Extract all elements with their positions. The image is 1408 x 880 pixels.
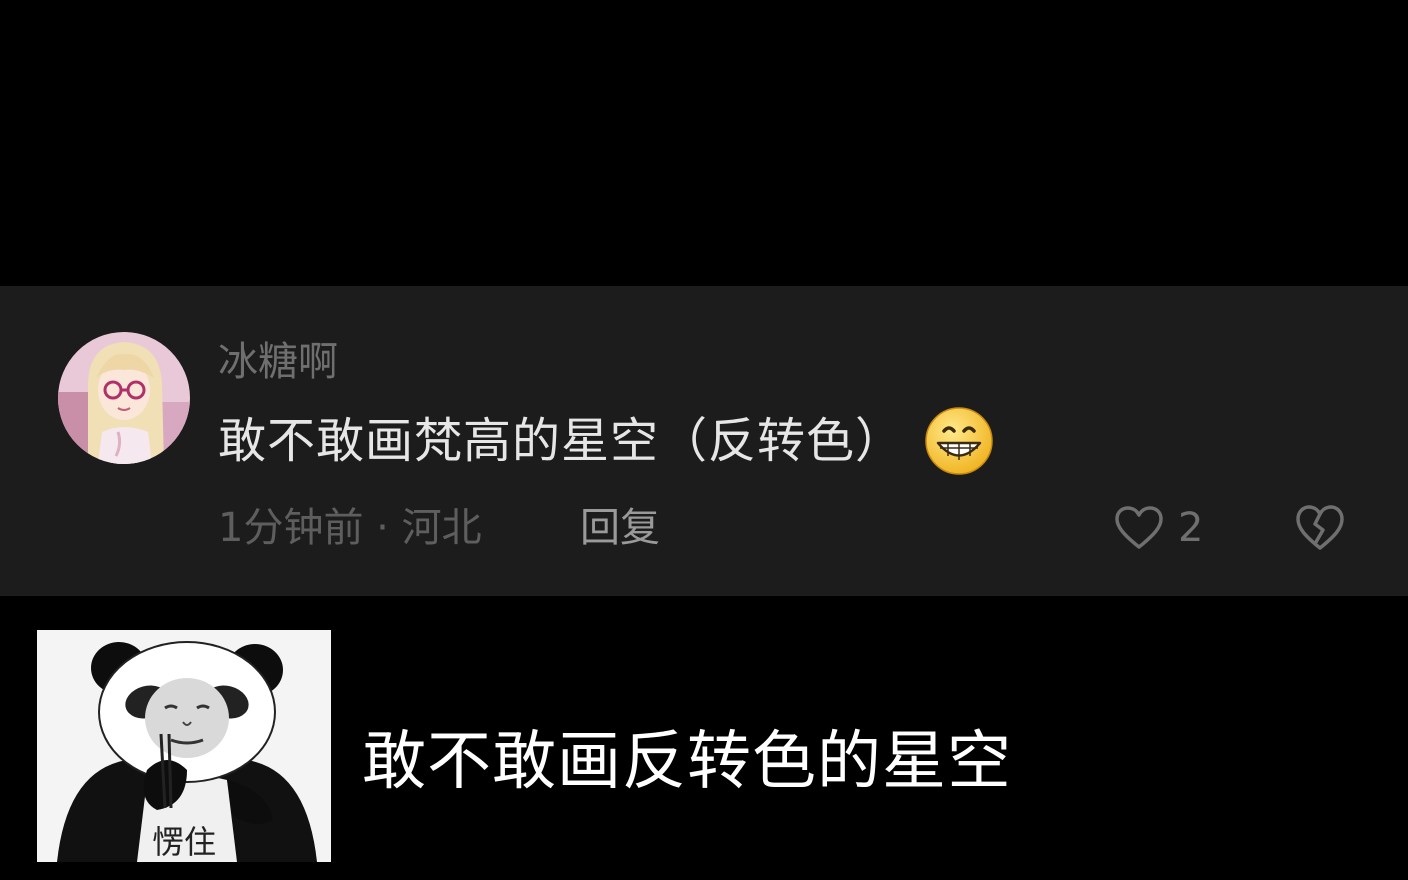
avatar-anime-girl-icon (58, 332, 190, 464)
reply-button[interactable]: 回复 (580, 504, 660, 552)
comment-body: 敢不敢画梵高的星空（反转色） (218, 407, 994, 475)
video-subtitle: 敢不敢画反转色的星空 (362, 725, 1012, 799)
video-area (0, 0, 1408, 286)
comment-time-location: 1分钟前 · 河北 (218, 505, 482, 551)
avatar[interactable] (58, 332, 190, 464)
broken-heart-icon[interactable] (1294, 502, 1346, 554)
heart-outline-icon (1115, 506, 1163, 549)
comment-card: 冰糖啊 敢不敢画梵高的星空（反转色） 1分钟前 · 河北 回复 2 (0, 286, 1408, 596)
comment-text: 敢不敢画梵高的星空（反转色） (218, 413, 905, 469)
grinning-face-icon (925, 407, 993, 475)
panda-meme-image: 愣住 (37, 630, 331, 862)
username[interactable]: 冰糖啊 (218, 338, 338, 386)
meme-caption: 愣住 (151, 823, 216, 861)
like-button[interactable]: 2 (1114, 502, 1203, 554)
like-count: 2 (1178, 505, 1204, 551)
comment-meta-row: 1分钟前 · 河北 回复 2 (218, 498, 1368, 558)
